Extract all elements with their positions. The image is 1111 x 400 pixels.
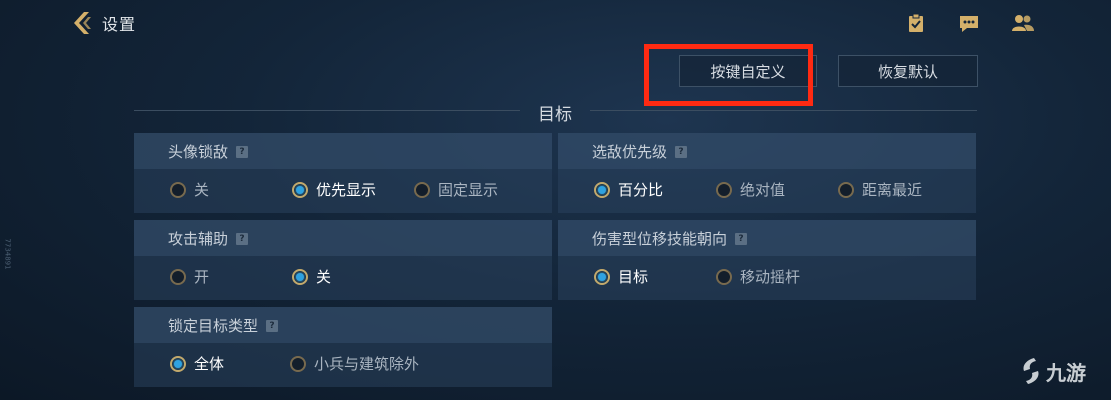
radio-icon	[716, 181, 732, 198]
setting-label: 选敌优先级	[592, 143, 668, 161]
radio-option[interactable]: 绝对值	[716, 179, 785, 200]
radio-icon	[292, 268, 308, 285]
chat-icon[interactable]	[956, 12, 982, 34]
section-divider-right	[590, 110, 977, 111]
radio-option[interactable]: 固定显示	[414, 179, 498, 200]
setting-label: 攻击辅助	[168, 230, 229, 248]
radio-icon	[290, 355, 306, 372]
section-divider-left	[134, 110, 520, 111]
radio-option[interactable]: 开	[170, 266, 209, 287]
setting-card-target-priority: 选敌优先级 ? 百分比 绝对值 距离最近	[558, 133, 976, 213]
setting-card-lock-target-type: 锁定目标类型 ? 全体 小兵与建筑除外	[134, 307, 552, 387]
watermark-text: 九游	[1046, 360, 1086, 385]
radio-option[interactable]: 小兵与建筑除外	[290, 353, 419, 374]
back-button[interactable]: 设置	[70, 10, 136, 36]
setting-card-attack-assist: 攻击辅助 ? 开 关	[134, 220, 552, 300]
clipboard-check-icon[interactable]	[903, 12, 929, 34]
help-icon[interactable]: ?	[735, 232, 748, 245]
page-title: 设置	[102, 15, 137, 34]
help-icon[interactable]: ?	[236, 232, 249, 245]
radio-icon	[170, 355, 186, 372]
watermark-logo: 九游	[1018, 356, 1086, 386]
restore-default-button[interactable]: 恢复默认	[838, 55, 978, 87]
radio-option-selected[interactable]: 优先显示	[292, 179, 376, 200]
help-icon[interactable]: ?	[675, 145, 688, 158]
radio-option-selected[interactable]: 全体	[170, 353, 224, 374]
side-id-text: 7734891	[3, 238, 12, 270]
radio-option[interactable]: 关	[170, 179, 209, 200]
setting-label: 伤害型位移技能朝向	[592, 230, 728, 248]
nine-game-logo-icon	[1023, 358, 1039, 384]
friends-icon[interactable]	[1010, 12, 1036, 34]
help-icon[interactable]: ?	[266, 319, 279, 332]
radio-icon	[170, 181, 186, 198]
radio-option-selected[interactable]: 目标	[594, 266, 648, 287]
setting-card-avatar-lock: 头像锁敌 ? 关 优先显示 固定显示	[134, 133, 552, 213]
radio-option-selected[interactable]: 百分比	[594, 179, 663, 200]
radio-icon	[414, 181, 430, 198]
radio-icon	[838, 181, 854, 198]
radio-icon	[716, 268, 732, 285]
setting-label: 锁定目标类型	[168, 317, 259, 335]
setting-label: 头像锁敌	[168, 143, 229, 161]
radio-option[interactable]: 距离最近	[838, 179, 922, 200]
key-custom-button[interactable]: 按键自定义	[679, 55, 817, 87]
radio-option-selected[interactable]: 关	[292, 266, 331, 287]
radio-icon	[594, 268, 610, 285]
section-title: 目标	[538, 105, 572, 125]
radio-icon	[594, 181, 610, 198]
setting-card-dash-direction: 伤害型位移技能朝向 ? 目标 移动摇杆	[558, 220, 976, 300]
back-arrow-icon	[74, 12, 91, 34]
help-icon[interactable]: ?	[236, 145, 249, 158]
radio-option[interactable]: 移动摇杆	[716, 266, 800, 287]
radio-icon	[292, 181, 308, 198]
top-bar: 设置	[0, 0, 1111, 46]
radio-icon	[170, 268, 186, 285]
